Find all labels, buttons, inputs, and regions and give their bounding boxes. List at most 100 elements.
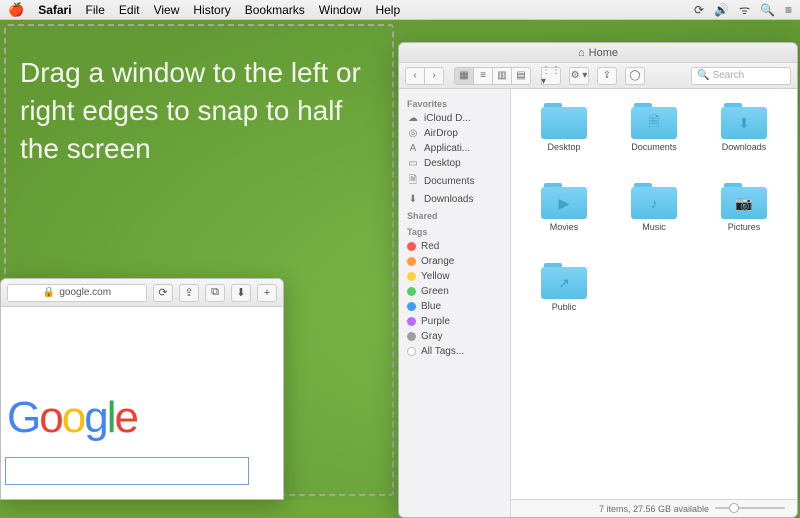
safari-window[interactable]: 🔒 google.com ⟳ ⇪ ⧉ ⬇ + Google — [0, 278, 284, 500]
menu-bookmarks[interactable]: Bookmarks — [245, 3, 305, 17]
sidebar-tag-red[interactable]: Red — [399, 239, 510, 254]
share-button-finder[interactable]: ⇪ — [597, 67, 617, 85]
icon-size-slider[interactable] — [715, 502, 785, 514]
arrange-button[interactable]: ⋮⋮ ▾ — [541, 67, 561, 85]
folder-documents[interactable]: 🗎Documents — [609, 103, 699, 177]
new-tab-button[interactable]: + — [257, 284, 277, 302]
sidebar-item-label: Green — [421, 286, 449, 297]
desktop-icon: ▭ — [407, 158, 419, 169]
share-button[interactable]: ⇪ — [179, 284, 199, 302]
tags-button[interactable]: ◯ — [625, 67, 645, 85]
status-volume-icon[interactable]: 🔊 — [714, 3, 729, 17]
sidebar-item-desktop[interactable]: ▭ Desktop — [399, 156, 510, 171]
nav-back-button[interactable]: ‹ — [405, 67, 425, 85]
reload-button[interactable]: ⟳ — [153, 284, 173, 302]
folder-desktop[interactable]: Desktop — [519, 103, 609, 177]
finder-sidebar: Favorites ☁︎iCloud D... ◎AirDrop AApplic… — [399, 89, 511, 517]
sidebar-item-label: All Tags... — [421, 346, 464, 357]
sidebar-item-airdrop[interactable]: ◎AirDrop — [399, 126, 510, 141]
sidebar-tag-blue[interactable]: Blue — [399, 299, 510, 314]
folder-icon: ⬇ — [721, 103, 767, 139]
view-columns-button[interactable]: ▥ — [492, 67, 512, 85]
folder-movies[interactable]: ▶ Movies — [519, 183, 609, 257]
view-gallery-button[interactable]: ▤ — [511, 67, 531, 85]
tabs-button[interactable]: ⧉ — [205, 284, 225, 302]
sidebar-item-downloads[interactable]: ⬇Downloads — [399, 192, 510, 207]
sidebar-item-label: Red — [421, 241, 439, 252]
sidebar-item-icloud[interactable]: ☁︎ iCloud D... — [399, 111, 510, 126]
folder-pictures[interactable]: 📷 Pictures — [699, 183, 789, 257]
action-button[interactable]: ⚙ ▾ — [569, 67, 589, 85]
tag-dot-icon — [407, 317, 416, 326]
view-icons-button[interactable]: ▦ — [454, 67, 474, 85]
menubar: 🍎 Safari File Edit View History Bookmark… — [0, 0, 800, 20]
folder-icon: 🗎 — [631, 103, 677, 139]
apple-menu-icon[interactable]: 🍎 — [8, 2, 24, 18]
menu-view[interactable]: View — [154, 3, 180, 17]
menu-window[interactable]: Window — [319, 3, 362, 17]
sidebar-tag-orange[interactable]: Orange — [399, 254, 510, 269]
finder-window[interactable]: ⌂ Home ‹ › ▦ ≡ ▥ ▤ ⋮⋮ ▾ ⚙ ▾ ⇪ ◯ 🔍 Sea — [398, 42, 798, 518]
sidebar-item-documents[interactable]: 🗎Documents — [399, 171, 510, 192]
folder-label: Movies — [550, 222, 579, 232]
folder-public[interactable]: ↗Public — [519, 263, 609, 337]
status-sync-icon[interactable]: ⟳ — [694, 3, 704, 17]
tag-dot-icon — [407, 272, 416, 281]
sidebar-item-label: Purple — [421, 316, 450, 327]
finder-titlebar[interactable]: ⌂ Home — [399, 43, 797, 63]
menu-history[interactable]: History — [193, 3, 230, 17]
folder-icon: 📷 — [721, 183, 767, 219]
sidebar-all-tags[interactable]: All Tags... — [399, 344, 510, 359]
google-search-input[interactable] — [5, 457, 249, 485]
sidebar-tag-gray[interactable]: Gray — [399, 329, 510, 344]
safari-page: Google — [1, 307, 283, 499]
documents-icon: 🗎 — [407, 173, 419, 190]
sidebar-item-label: Blue — [421, 301, 441, 312]
airdrop-icon: ◎ — [407, 128, 419, 139]
sidebar-item-label: Applicati... — [424, 143, 470, 154]
status-wifi-icon[interactable]: ᯤ — [739, 1, 750, 18]
sidebar-tag-purple[interactable]: Purple — [399, 314, 510, 329]
sidebar-item-label: Desktop — [424, 158, 461, 169]
tag-dot-icon — [407, 242, 416, 251]
status-text: 7 items, 27.56 GB available — [599, 504, 709, 514]
finder-statusbar: 7 items, 27.56 GB available — [511, 499, 797, 517]
finder-content: Desktop 🗎Documents ⬇ Downloads ▶ Movies ♪M… — [511, 89, 797, 517]
sidebar-tag-yellow[interactable]: Yellow — [399, 269, 510, 284]
cloud-icon: ☁︎ — [407, 113, 419, 124]
address-bar[interactable]: 🔒 google.com — [7, 284, 147, 302]
folder-label: Downloads — [722, 142, 767, 152]
sidebar-item-applications[interactable]: A Applicati... — [399, 141, 510, 156]
url-text: google.com — [59, 287, 111, 298]
finder-toolbar: ‹ › ▦ ≡ ▥ ▤ ⋮⋮ ▾ ⚙ ▾ ⇪ ◯ 🔍 Search — [399, 63, 797, 89]
tag-dot-icon — [407, 332, 416, 341]
sidebar-tag-green[interactable]: Green — [399, 284, 510, 299]
sidebar-heading-shared: Shared — [399, 207, 510, 223]
home-icon: ⌂ — [578, 47, 585, 59]
sidebar-item-label: Yellow — [421, 271, 450, 282]
folder-icon: ▶ — [541, 183, 587, 219]
folder-music[interactable]: ♪Music — [609, 183, 699, 257]
downloads-button[interactable]: ⬇ — [231, 284, 251, 302]
folder-label: Pictures — [728, 222, 761, 232]
tag-dot-icon — [407, 347, 416, 356]
finder-icon-view[interactable]: Desktop 🗎Documents ⬇ Downloads ▶ Movies ♪M… — [511, 89, 797, 499]
sidebar-item-label: iCloud D... — [424, 113, 471, 124]
lock-icon: 🔒 — [43, 287, 55, 298]
sidebar-item-label: Downloads — [424, 194, 473, 205]
menu-edit[interactable]: Edit — [119, 3, 140, 17]
status-notifications-icon[interactable]: ≡ — [785, 3, 792, 17]
search-placeholder: Search — [712, 70, 744, 81]
finder-title: Home — [589, 47, 618, 59]
nav-forward-button[interactable]: › — [424, 67, 444, 85]
finder-search-input[interactable]: 🔍 Search — [691, 67, 791, 85]
folder-icon: ↗ — [541, 263, 587, 299]
menu-help[interactable]: Help — [375, 3, 400, 17]
view-list-button[interactable]: ≡ — [473, 67, 493, 85]
status-spotlight-icon[interactable]: 🔍 — [760, 3, 775, 17]
folder-downloads[interactable]: ⬇ Downloads — [699, 103, 789, 177]
folder-icon: ♪ — [631, 183, 677, 219]
apps-icon: A — [407, 143, 419, 154]
menu-file[interactable]: File — [86, 3, 105, 17]
app-name[interactable]: Safari — [38, 3, 71, 17]
